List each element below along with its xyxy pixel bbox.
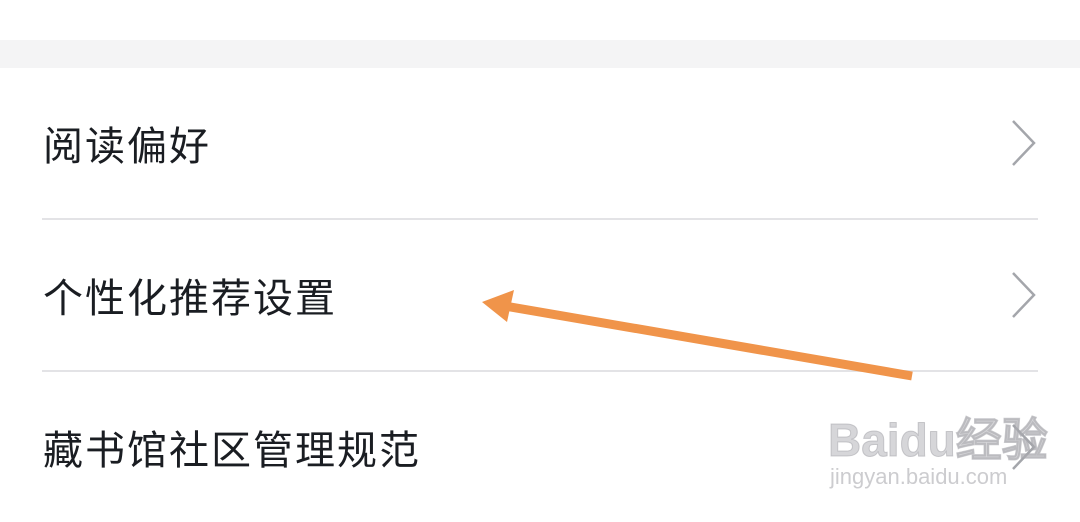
section-separator xyxy=(0,40,1080,68)
chevron-right-icon xyxy=(1012,272,1036,318)
settings-item-label: 个性化推荐设置 xyxy=(43,276,337,322)
settings-item-personalized-recommendation[interactable]: 个性化推荐设置 xyxy=(0,220,1080,370)
chevron-right-icon xyxy=(1012,120,1036,166)
chevron-right-icon xyxy=(1012,424,1036,470)
settings-item-label: 阅读偏好 xyxy=(43,124,211,170)
settings-item-label: 藏书馆社区管理规范 xyxy=(43,428,421,474)
settings-item-reading-preference[interactable]: 阅读偏好 xyxy=(0,68,1080,218)
settings-item-community-rules[interactable]: 藏书馆社区管理规范 xyxy=(0,372,1080,522)
top-area xyxy=(0,0,1080,40)
